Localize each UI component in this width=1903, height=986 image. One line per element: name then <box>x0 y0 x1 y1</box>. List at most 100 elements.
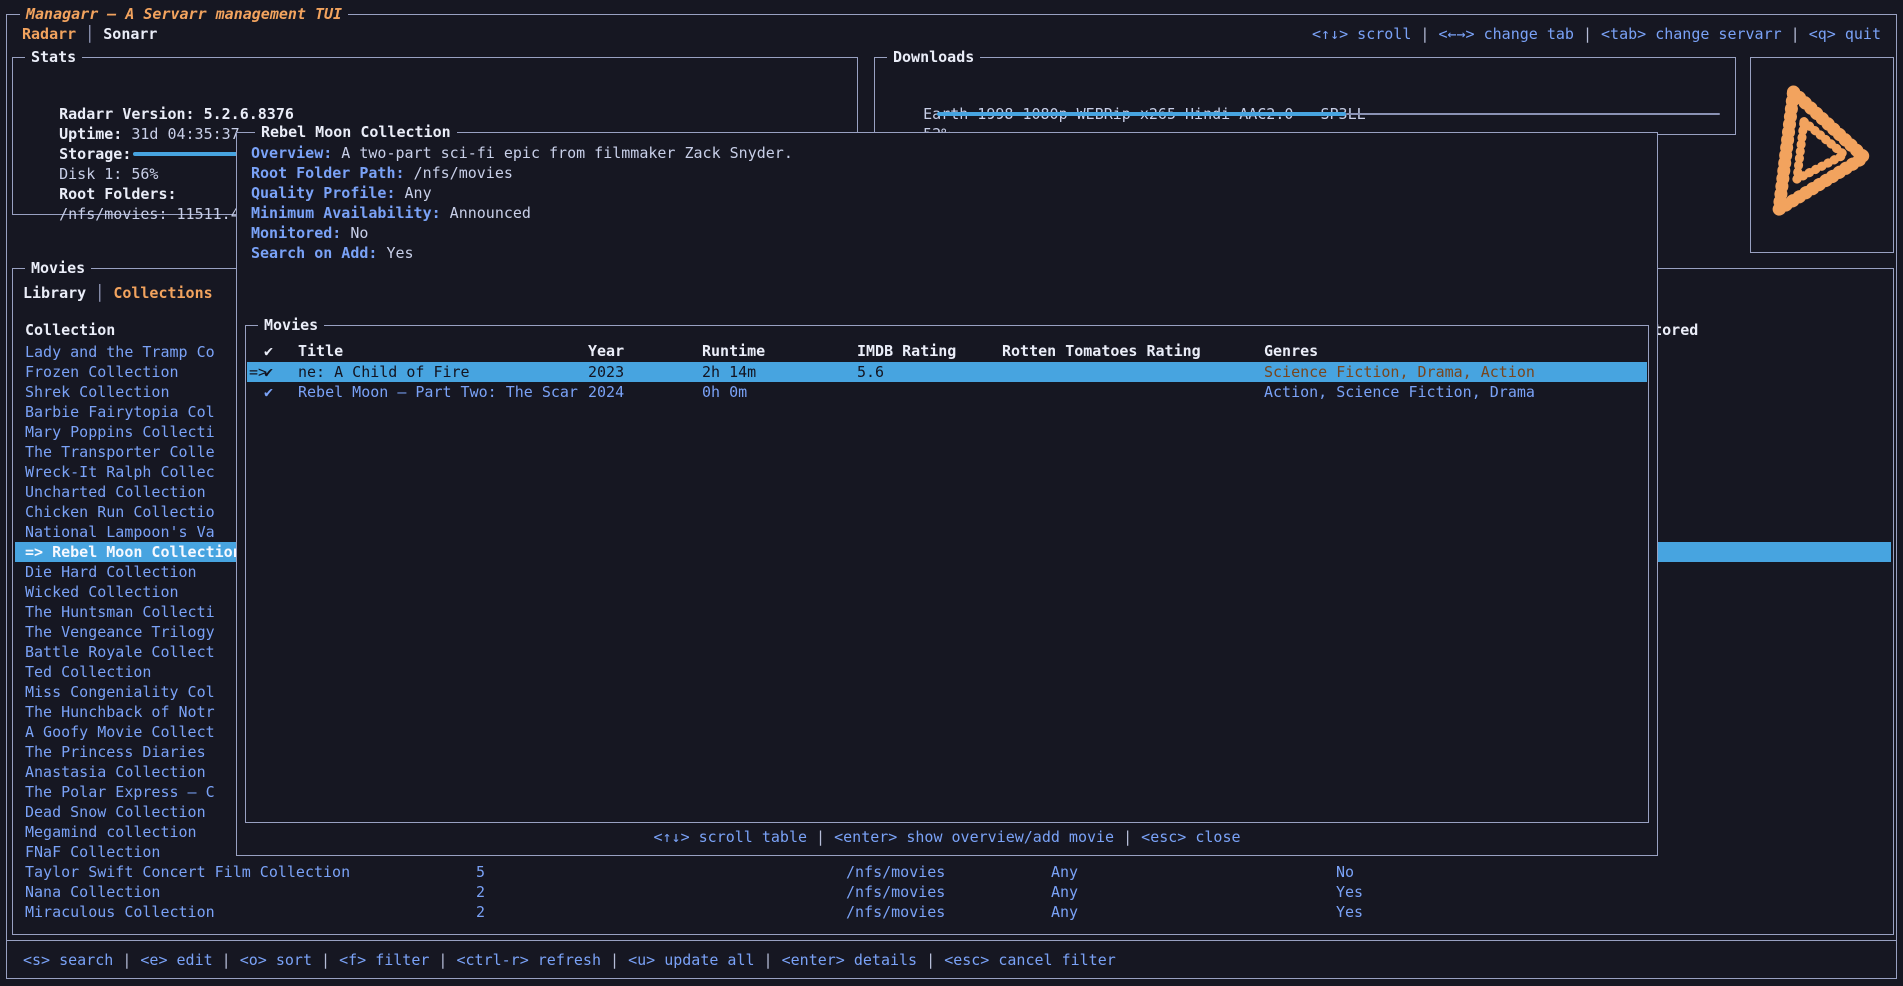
collection-name: The Huntsman Collecti <box>25 602 215 622</box>
collection-monitored: Yes <box>1336 902 1363 922</box>
collection-name: Chicken Run Collectio <box>25 502 215 522</box>
help-separator: | <box>755 951 782 969</box>
detail-value: A two-part sci-fi epic from filmmaker Za… <box>332 144 793 162</box>
help-separator: | <box>1114 828 1141 846</box>
collection-name: Uncharted Collection <box>25 482 206 502</box>
detail-line: Quality Profile: Any <box>251 183 793 203</box>
collection-name: Megamind collection <box>25 822 197 842</box>
movie-column-header: Runtime <box>702 342 765 360</box>
movies-panel-title: Movies <box>25 258 91 278</box>
help-separator: | <box>807 828 834 846</box>
detail-line: Root Folder Path: /nfs/movies <box>251 163 793 183</box>
movie-runtime: 2h 14m <box>702 362 756 382</box>
help-hint-quit: <q> quit <box>1809 25 1881 43</box>
collection-name: Battle Royale Collect <box>25 642 215 662</box>
collection-name: Wicked Collection <box>25 582 179 602</box>
movie-imdb: 5.6 <box>857 362 884 382</box>
bottom-bar: <s> search | <e> edit | <o> sort | <f> f… <box>6 940 1897 979</box>
detail-line: Overview: A two-part sci-fi epic from fi… <box>251 143 793 163</box>
help-hint-scroll-table: <↑↓> scroll table <box>653 828 807 846</box>
collection-name: FNaF Collection <box>25 842 160 862</box>
detail-value: Any <box>396 184 432 202</box>
help-separator: | <box>113 951 140 969</box>
download-progress-gauge-rest <box>1346 113 1720 115</box>
detail-label: Quality Profile: <box>251 184 396 202</box>
tab-separator: │ <box>76 25 103 43</box>
movie-column-header: Genres <box>1264 342 1318 360</box>
detail-line: Search on Add: Yes <box>251 243 793 263</box>
help-hint-show-overview-add-movie: <enter> show overview/add movie <box>834 828 1114 846</box>
movie-column-header: ✔ <box>264 342 273 360</box>
movie-column-header: Rotten Tomatoes Rating <box>1002 342 1201 360</box>
movie-title: ne: A Child of Fire <box>298 362 470 382</box>
detail-line: Minimum Availability: Announced <box>251 203 793 223</box>
help-hint-details: <enter> details <box>782 951 917 969</box>
modal-title: Rebel Moon Collection <box>255 122 457 142</box>
collection-quality-profile: Any <box>1051 902 1078 922</box>
movie-year: 2023 <box>588 362 624 382</box>
collection-name: Lady and the Tramp Co <box>25 342 215 362</box>
stats-panel-title: Stats <box>25 47 82 67</box>
collection-name: Frozen Collection <box>25 362 179 382</box>
collection-row[interactable]: Taylor Swift Concert Film Collection5/nf… <box>15 862 1891 882</box>
collection-quality-profile: Any <box>1051 882 1078 902</box>
help-hint-close: <esc> close <box>1141 828 1240 846</box>
column-header-collection: Collection <box>25 321 115 339</box>
tab-radarr[interactable]: Radarr <box>22 25 76 43</box>
help-hint-search: <s> search <box>23 951 113 969</box>
collection-name: Wreck-It Ralph Collec <box>25 462 215 482</box>
help-hint-sort: <o> sort <box>240 951 312 969</box>
collection-row[interactable]: Nana Collection2/nfs/moviesAnyYes <box>15 882 1891 902</box>
modal-movies-header: ✔TitleYearRuntimeIMDB RatingRotten Tomat… <box>247 342 1647 362</box>
tab-library[interactable]: Library <box>23 284 86 302</box>
collection-row[interactable]: Miraculous Collection 2/nfs/movies Any Yes <box>15 902 1891 922</box>
modal-movies-rows: =>✔ne: A Child of Fire20232h 14m5.6Scien… <box>247 362 1647 402</box>
help-separator: | <box>213 951 240 969</box>
modal-movies-panel: Movies ✔TitleYearRuntimeIMDB RatingRotte… <box>245 325 1649 823</box>
movie-check: ✔ <box>264 362 273 382</box>
detail-label: Minimum Availability: <box>251 204 441 222</box>
tab-collections[interactable]: Collections <box>113 284 212 302</box>
help-hint-refresh: <ctrl-r> refresh <box>457 951 602 969</box>
detail-label: Overview: <box>251 144 332 162</box>
collection-monitored: No <box>1336 862 1354 882</box>
help-separator: | <box>429 951 456 969</box>
collection-name: The Hunchback of Notr <box>25 702 215 722</box>
collection-movie-count: 5 <box>476 862 485 882</box>
collection-root-folder: /nfs/movies <box>846 882 945 902</box>
servarr-tabs: Radarr │ Sonarr <box>22 24 157 44</box>
collection-name: The Vengeance Trilogy <box>25 622 215 642</box>
help-hint-change-tab: <←→> change tab <box>1438 25 1573 43</box>
collection-movie-count: 2 <box>476 882 485 902</box>
downloads-panel-title: Downloads <box>887 47 980 67</box>
app-title: Managarr – A Servarr management TUI <box>20 4 348 24</box>
help-separator: | <box>1574 25 1601 43</box>
collection-name: Barbie Fairytopia Col <box>25 402 215 422</box>
detail-label: Monitored: <box>251 224 341 242</box>
help-separator: | <box>1782 25 1809 43</box>
movie-row[interactable]: ✔Rebel Moon – Part Two: The Scar20240h 0… <box>247 382 1647 402</box>
collection-name: Miraculous Collection <box>25 902 215 922</box>
collection-root-folder: /nfs/movies <box>846 902 945 922</box>
movie-column-header: IMDB Rating <box>857 342 956 360</box>
movie-row[interactable]: =>✔ne: A Child of Fire20232h 14m5.6Scien… <box>247 362 1647 382</box>
help-hint-change-servarr: <tab> change servarr <box>1601 25 1782 43</box>
help-hint-filter: <f> filter <box>339 951 429 969</box>
collection-name: The Princess Diaries <box>25 742 206 762</box>
modal-details: Overview: A two-part sci-fi epic from fi… <box>251 143 793 263</box>
tab-sonarr[interactable]: Sonarr <box>103 25 157 43</box>
collection-name: Miss Congeniality Col <box>25 682 215 702</box>
help-separator: | <box>1411 25 1438 43</box>
logo-panel <box>1750 57 1894 253</box>
help-hint-edit: <e> edit <box>140 951 212 969</box>
help-separator: | <box>917 951 944 969</box>
collection-name: Shrek Collection <box>25 382 170 402</box>
movie-check: ✔ <box>264 382 273 402</box>
detail-value: Announced <box>441 204 531 222</box>
collection-name: Dead Snow Collection <box>25 802 206 822</box>
help-hint-update-all: <u> update all <box>628 951 754 969</box>
downloads-panel: Downloads Earth 1998 1080p WEBRip x265 H… <box>874 57 1736 135</box>
collection-movie-count: 2 <box>476 902 485 922</box>
detail-value: No <box>341 224 368 242</box>
collection-monitored: Yes <box>1336 882 1363 902</box>
